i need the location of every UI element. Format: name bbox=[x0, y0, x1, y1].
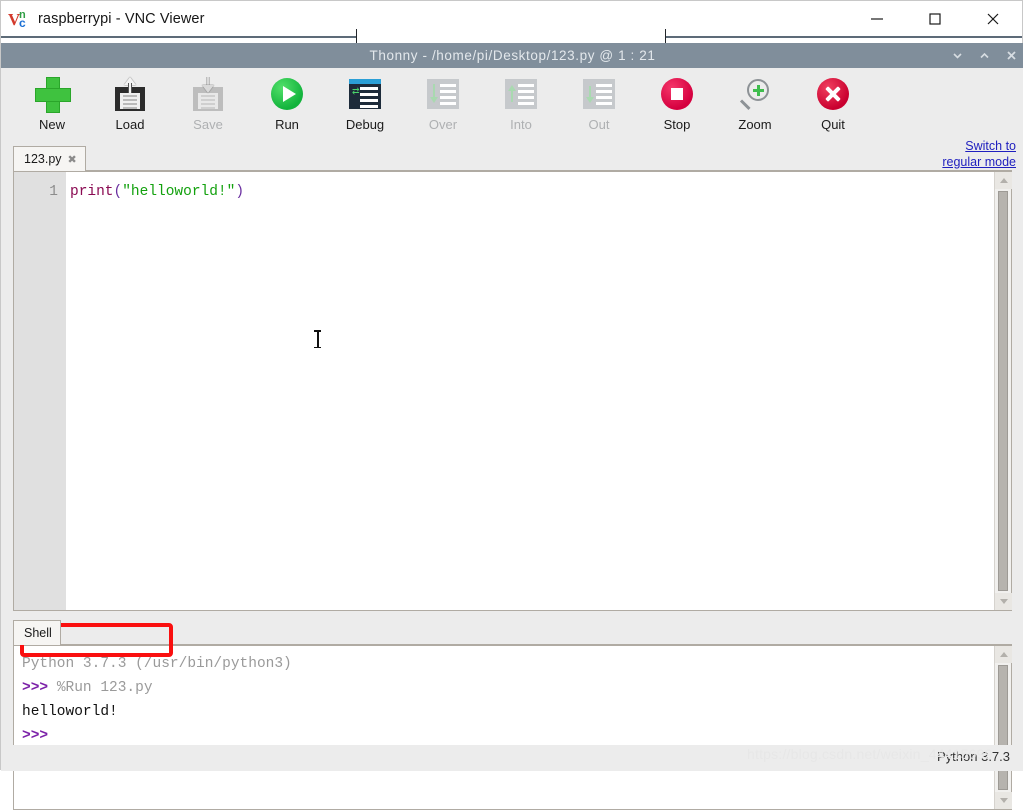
watermark-text: https://blog.csdn.net/weixin_44415699 bbox=[747, 746, 993, 762]
toolbar-label-into: Into bbox=[510, 117, 532, 132]
toolbar-button-save[interactable]: Save bbox=[175, 72, 241, 140]
shell-line-banner: Python 3.7.3 (/usr/bin/python3) bbox=[22, 656, 292, 672]
shell-command-1: %Run 123.py bbox=[56, 680, 153, 696]
new-plus-icon bbox=[30, 72, 74, 116]
scroll-down-icon[interactable] bbox=[995, 792, 1012, 809]
toolbar-label-over: Over bbox=[428, 117, 458, 132]
mouse-ibeam-cursor bbox=[314, 329, 321, 349]
zoom-icon bbox=[733, 72, 777, 116]
toolbar-label-debug: Debug bbox=[345, 117, 385, 132]
toolbar-label-out: Out bbox=[588, 117, 610, 132]
shell-prompt-1: >>> bbox=[22, 680, 57, 696]
vnc-window-title: raspberrypi - VNC Viewer bbox=[38, 11, 205, 27]
line-number: 1 bbox=[49, 184, 58, 200]
scrollbar-thumb[interactable] bbox=[998, 665, 1008, 790]
shell-vertical-scrollbar[interactable] bbox=[994, 646, 1012, 809]
thonny-titlebar: Thonny - /home/pi/Desktop/123.py @ 1 : 2… bbox=[1, 43, 1023, 68]
scrollbar-thumb[interactable] bbox=[998, 191, 1008, 591]
shell-notebook: Shell Python 3.7.3 (/usr/bin/python3) >>… bbox=[13, 620, 1012, 810]
toolbar-button-new[interactable]: New bbox=[19, 72, 85, 140]
quit-icon bbox=[811, 72, 855, 116]
vnc-logo-icon: V n c bbox=[8, 9, 30, 30]
toolbar-button-zoom[interactable]: Zoom bbox=[722, 72, 788, 140]
toolbar-label-stop: Stop bbox=[663, 117, 691, 132]
toolbar-button-over[interactable]: Over bbox=[410, 72, 476, 140]
toolbar-label-save: Save bbox=[193, 117, 223, 132]
toolbar-button-out[interactable]: Out bbox=[566, 72, 632, 140]
shell-tab-label: Shell bbox=[24, 626, 52, 640]
scroll-down-icon[interactable] bbox=[995, 593, 1012, 610]
load-disk-icon bbox=[108, 72, 152, 116]
minimize-icon[interactable] bbox=[848, 1, 906, 37]
toolbar-label-zoom: Zoom bbox=[738, 117, 772, 132]
chevron-up-icon[interactable] bbox=[978, 49, 991, 62]
close-icon[interactable] bbox=[964, 1, 1022, 37]
maximize-icon[interactable] bbox=[906, 1, 964, 37]
editor-notebook: 123.py ✖ 1 print("helloworld!") bbox=[13, 146, 1012, 611]
toolbar-button-load[interactable]: Load bbox=[97, 72, 163, 140]
toolbar-button-debug[interactable]: ⇄ Debug bbox=[332, 72, 398, 140]
code-token-function: print bbox=[70, 184, 114, 200]
editor-vertical-scrollbar[interactable] bbox=[994, 172, 1012, 610]
toolbar-label-quit: Quit bbox=[821, 117, 845, 132]
editor-tab-123py[interactable]: 123.py ✖ bbox=[13, 146, 86, 171]
thonny-toolbar: New Load Save Run ⇄ Debug Over Into Out … bbox=[1, 68, 1023, 169]
editor-tab-label: 123.py bbox=[24, 152, 62, 166]
toolbar-button-stop[interactable]: Stop bbox=[644, 72, 710, 140]
vnc-logo-c: c bbox=[19, 16, 26, 30]
debug-icon: ⇄ bbox=[343, 72, 387, 116]
stop-icon bbox=[655, 72, 699, 116]
close-icon[interactable] bbox=[1005, 49, 1018, 62]
close-icon[interactable]: ✖ bbox=[68, 153, 77, 166]
shell-tab[interactable]: Shell bbox=[13, 620, 61, 645]
vnc-viewer-window: V n c raspberrypi - VNC Viewer Thonny - … bbox=[0, 0, 1023, 810]
line-number-gutter: 1 bbox=[14, 172, 66, 610]
shell-tabstrip: Shell bbox=[13, 620, 1012, 645]
shell-pane[interactable]: Python 3.7.3 (/usr/bin/python3) >>> %Run… bbox=[13, 645, 1012, 810]
code-token-string: "helloworld!" bbox=[122, 184, 236, 200]
run-play-icon bbox=[265, 72, 309, 116]
thonny-window: New Load Save Run ⇄ Debug Over Into Out … bbox=[1, 68, 1023, 810]
step-out-icon bbox=[577, 72, 621, 116]
toolbar-button-into[interactable]: Into bbox=[488, 72, 554, 140]
vnc-logo-v: V bbox=[8, 10, 20, 29]
shell-line-output: helloworld! bbox=[22, 704, 118, 720]
code-editor-pane[interactable]: 1 print("helloworld!") bbox=[13, 171, 1012, 611]
editor-tabstrip: 123.py ✖ bbox=[13, 146, 1012, 171]
shell-output[interactable]: Python 3.7.3 (/usr/bin/python3) >>> %Run… bbox=[14, 646, 994, 809]
toolbar-label-load: Load bbox=[115, 117, 145, 132]
scroll-up-icon[interactable] bbox=[995, 646, 1012, 663]
toolbar-label-run: Run bbox=[275, 117, 299, 132]
chevron-down-icon[interactable] bbox=[951, 49, 964, 62]
step-over-icon bbox=[421, 72, 465, 116]
code-token-close-paren: ) bbox=[235, 184, 245, 200]
thonny-window-controls bbox=[951, 43, 1018, 68]
shell-prompt-2: >>> bbox=[22, 728, 57, 744]
save-disk-icon bbox=[186, 72, 230, 116]
code-token-open-paren: ( bbox=[113, 184, 123, 200]
toolbar-button-run[interactable]: Run bbox=[254, 72, 320, 140]
toolbar-label-new: New bbox=[38, 117, 65, 132]
step-into-icon bbox=[499, 72, 543, 116]
vnc-window-controls bbox=[848, 1, 1022, 37]
scroll-up-icon[interactable] bbox=[995, 172, 1012, 189]
code-text[interactable]: print("helloworld!") bbox=[66, 172, 994, 610]
thonny-window-title: Thonny - /home/pi/Desktop/123.py @ 1 : 2… bbox=[369, 48, 656, 63]
toolbar-button-quit[interactable]: Quit bbox=[800, 72, 866, 140]
